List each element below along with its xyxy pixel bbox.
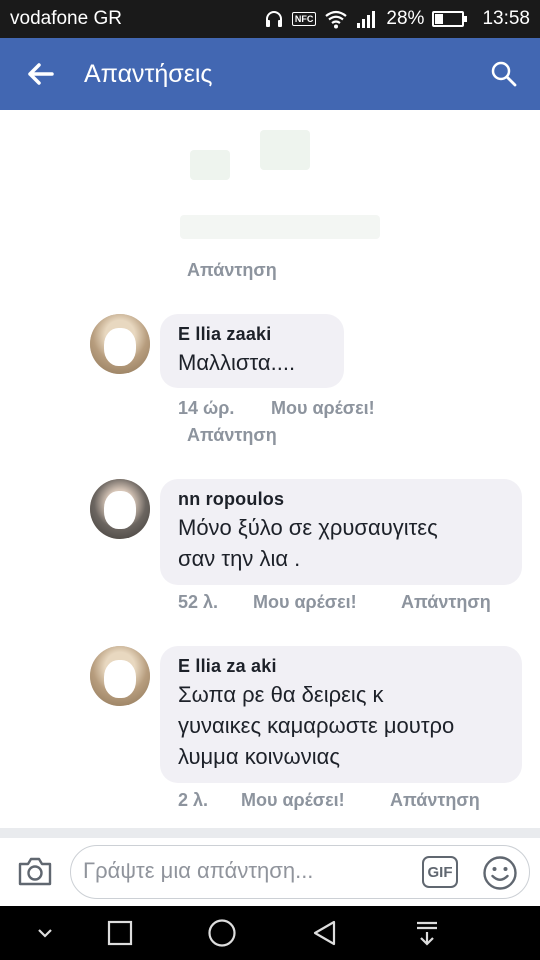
reply-link[interactable]: Απάντηση bbox=[187, 425, 277, 446]
search-button[interactable] bbox=[468, 38, 540, 110]
comment-text-line: γυναικες καμαρωστε μουτρο bbox=[178, 713, 455, 738]
recents-icon[interactable] bbox=[95, 906, 145, 960]
reply-input[interactable] bbox=[83, 846, 413, 896]
page-title: Απαντήσεις bbox=[84, 59, 213, 88]
notification-pull-icon[interactable] bbox=[400, 906, 454, 960]
battery-percent: 28% bbox=[386, 8, 425, 29]
commenter-name[interactable]: E llia zaaki bbox=[178, 324, 328, 345]
comment-time[interactable]: 2 λ. bbox=[178, 790, 208, 811]
commenter-name[interactable]: E llia za aki bbox=[178, 656, 506, 677]
comment-text-line: λυμμα κοινωνιας bbox=[178, 744, 340, 769]
carrier-name: vodafone GR bbox=[10, 8, 122, 29]
home-icon[interactable] bbox=[195, 906, 249, 960]
comment-text: Μαλλιστα.... bbox=[178, 350, 296, 375]
emoji-button[interactable] bbox=[482, 855, 518, 891]
app-bar: Απαντήσεις bbox=[0, 38, 540, 110]
clock: 13:58 bbox=[482, 8, 530, 29]
back-button[interactable] bbox=[0, 38, 80, 110]
wifi-icon bbox=[324, 9, 348, 29]
reply-field: GIF bbox=[70, 845, 530, 899]
gif-button[interactable]: GIF bbox=[422, 856, 458, 888]
comment-bubble[interactable]: E llia zaaki Μαλλιστα.... bbox=[160, 314, 344, 388]
status-bar: vodafone GR NFC 28% 13:58 bbox=[0, 0, 540, 38]
replies-list: Απάντηση E llia zaaki Μαλλιστα.... 14 ώρ… bbox=[0, 110, 540, 828]
comment-bubble[interactable]: E llia za aki Σωπα ρε θα δειρεις κ γυναι… bbox=[160, 646, 522, 783]
emoji-icon bbox=[483, 856, 517, 890]
comment-time[interactable]: 52 λ. bbox=[178, 592, 218, 613]
comment-text-line: Μόνο ξύλο σε χρυσαυγιτες bbox=[178, 515, 438, 540]
blurred-image bbox=[160, 120, 420, 250]
headphones-icon bbox=[264, 9, 284, 29]
avatar[interactable] bbox=[90, 479, 150, 539]
camera-button[interactable] bbox=[0, 838, 70, 906]
back-triangle-icon[interactable] bbox=[298, 906, 352, 960]
like-button[interactable]: Μου αρέσει! bbox=[271, 398, 375, 419]
comment-text-line: Σωπα ρε θα δειρεις κ bbox=[178, 682, 384, 707]
battery-icon bbox=[432, 11, 468, 27]
commenter-name[interactable]: nn ropoulos bbox=[178, 489, 506, 510]
arrow-back-icon bbox=[28, 63, 54, 85]
chevron-down-icon[interactable] bbox=[20, 906, 70, 960]
search-icon bbox=[491, 61, 517, 87]
camera-icon bbox=[18, 857, 52, 886]
reply-link[interactable]: Απάντηση bbox=[187, 260, 277, 281]
nfc-icon: NFC bbox=[291, 12, 317, 26]
signal-icon bbox=[356, 10, 378, 28]
reply-link[interactable]: Απάντηση bbox=[401, 592, 491, 613]
comment-text-line: σαν την λια . bbox=[178, 546, 301, 571]
like-button[interactable]: Μου αρέσει! bbox=[253, 592, 357, 613]
avatar[interactable] bbox=[90, 314, 150, 374]
system-nav-bar bbox=[0, 906, 540, 960]
battery-level bbox=[435, 14, 443, 24]
divider bbox=[0, 828, 540, 838]
comment-bubble[interactable]: nn ropoulos Μόνο ξύλο σε χρυσαυγιτες σαν… bbox=[160, 479, 522, 585]
comment-time[interactable]: 14 ώρ. bbox=[178, 398, 234, 419]
reply-link[interactable]: Απάντηση bbox=[390, 790, 480, 811]
reply-composer: GIF bbox=[0, 838, 540, 906]
avatar[interactable] bbox=[90, 646, 150, 706]
like-button[interactable]: Μου αρέσει! bbox=[241, 790, 345, 811]
